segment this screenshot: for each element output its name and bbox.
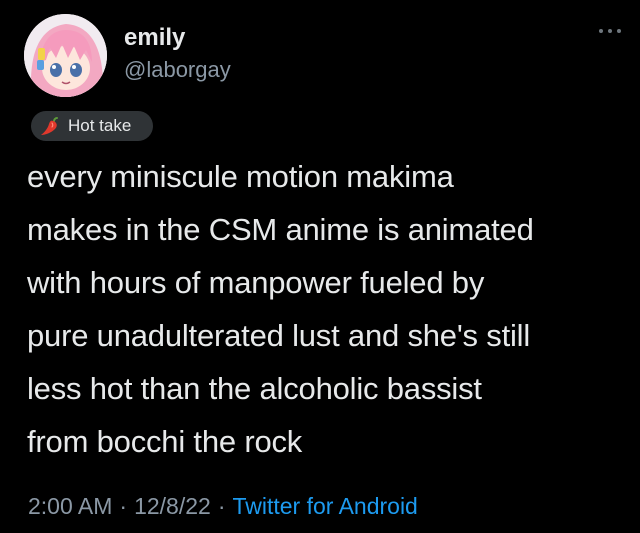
separator: · bbox=[217, 493, 226, 519]
avatar[interactable] bbox=[24, 14, 107, 97]
tweet-metadata: 2:00 AM · 12/8/22 · Twitter for Android bbox=[28, 492, 418, 520]
chili-pepper-icon bbox=[41, 117, 58, 135]
user-handle[interactable]: @laborgay bbox=[124, 57, 231, 83]
separator: · bbox=[119, 493, 128, 519]
ellipsis-icon bbox=[599, 29, 603, 33]
tweet-text: every miniscule motion makima makes in t… bbox=[27, 159, 534, 459]
more-options-button[interactable] bbox=[596, 22, 624, 38]
ellipsis-icon-dot bbox=[617, 29, 621, 33]
tweet-time[interactable]: 2:00 AM bbox=[28, 493, 112, 519]
anime-girl-pink-hair-avatar-icon bbox=[24, 14, 107, 97]
tweet-source-link[interactable]: Twitter for Android bbox=[232, 493, 417, 519]
tweet: emily @laborgay Hot take every miniscule… bbox=[0, 0, 640, 533]
display-name[interactable]: emily bbox=[124, 24, 185, 52]
tweet-date[interactable]: 12/8/22 bbox=[134, 493, 211, 519]
hot-take-label: Hot take bbox=[68, 116, 132, 135]
hot-take-tag[interactable]: Hot take bbox=[31, 111, 153, 141]
ellipsis-icon-dot bbox=[608, 29, 612, 33]
